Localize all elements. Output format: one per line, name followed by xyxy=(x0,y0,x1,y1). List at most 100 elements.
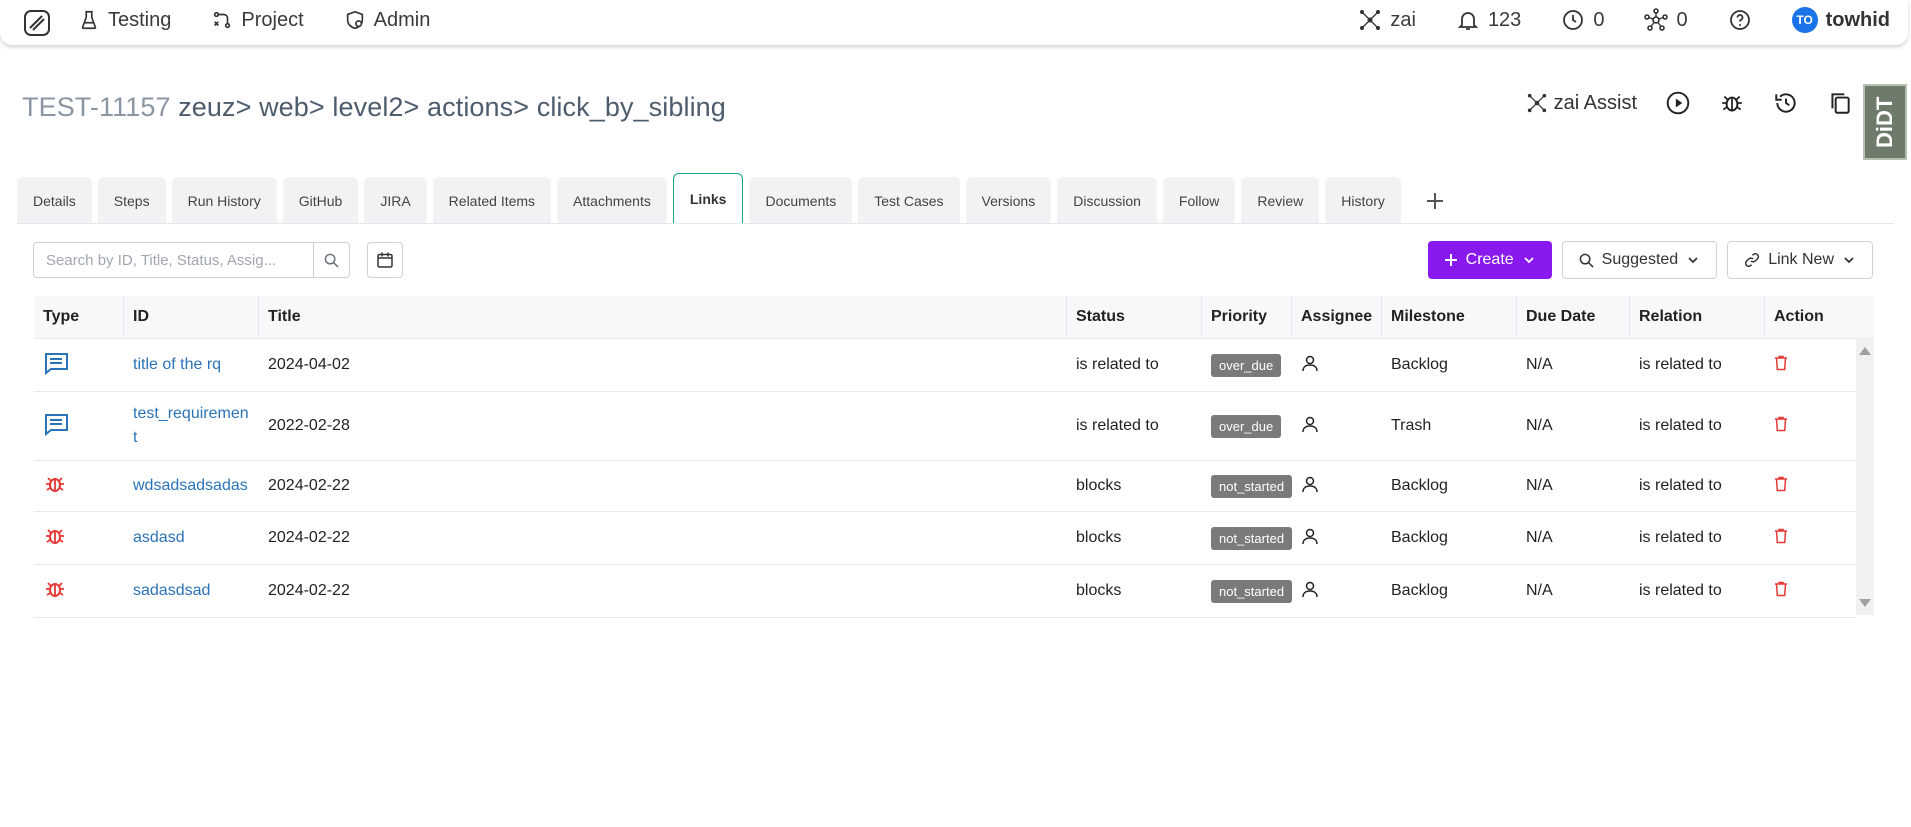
item-milestone: Backlog xyxy=(1391,529,1448,546)
tab-review[interactable]: Review xyxy=(1241,177,1320,224)
item-due-date: N/A xyxy=(1526,477,1553,494)
test-id: TEST-11157 xyxy=(22,92,171,122)
table-row[interactable]: title of the rq 2024-04-02 is related to… xyxy=(34,339,1856,392)
item-status: blocks xyxy=(1076,529,1122,546)
tab-github[interactable]: GitHub xyxy=(282,177,359,224)
item-milestone: Trash xyxy=(1391,417,1432,434)
tab-documents[interactable]: Documents xyxy=(749,177,853,224)
action-cell xyxy=(1765,581,1856,602)
user-icon[interactable] xyxy=(1301,580,1319,598)
table-row[interactable]: wdsadsadsadas 2024-02-22 blocks not_star… xyxy=(34,461,1856,512)
run-icon[interactable] xyxy=(1665,90,1691,116)
zai-button[interactable]: zai xyxy=(1358,8,1416,32)
project-icon xyxy=(214,11,231,29)
col-type[interactable]: Type xyxy=(34,295,124,339)
priority-cell: over_due xyxy=(1202,353,1292,377)
col-assignee[interactable]: Assignee xyxy=(1292,295,1382,339)
item-status: blocks xyxy=(1076,582,1122,599)
tab-details[interactable]: Details xyxy=(17,177,92,224)
table-scrollbar[interactable] xyxy=(1856,339,1874,615)
table-row[interactable]: test_requirement 2022-02-28 is related t… xyxy=(34,392,1856,461)
trash-icon[interactable] xyxy=(1774,581,1788,597)
links-table: Type ID Title Status Priority Assignee M… xyxy=(34,295,1874,618)
search-icon xyxy=(324,253,339,268)
suggested-button[interactable]: Suggested xyxy=(1561,241,1718,279)
item-relation: is related to xyxy=(1639,582,1722,599)
tab-run-history[interactable]: Run History xyxy=(171,177,277,224)
priority-badge: not_started xyxy=(1211,579,1293,603)
col-relation[interactable]: Relation xyxy=(1630,295,1765,339)
username: towhid xyxy=(1825,8,1890,31)
scroll-up-arrow[interactable] xyxy=(1859,347,1871,355)
table-row[interactable]: asdasd 2024-02-22 blocks not_started Bac… xyxy=(34,512,1856,565)
tab-test-cases[interactable]: Test Cases xyxy=(858,177,960,224)
item-id-link[interactable]: title of the rq xyxy=(124,353,259,377)
user-icon[interactable] xyxy=(1301,354,1319,372)
item-status: is related to xyxy=(1076,356,1159,373)
tab-links[interactable]: Links xyxy=(672,173,744,224)
flask-icon xyxy=(81,10,97,30)
notifications-button[interactable]: 123 xyxy=(1456,8,1521,32)
tab-related-items[interactable]: Related Items xyxy=(432,177,552,224)
chevron-down-icon xyxy=(1844,257,1854,264)
tab-attachments[interactable]: Attachments xyxy=(557,177,667,224)
date-filter-button[interactable] xyxy=(367,242,403,278)
item-id-link[interactable]: asdasd xyxy=(124,526,259,550)
trash-icon[interactable] xyxy=(1774,476,1788,492)
tab-versions[interactable]: Versions xyxy=(965,177,1052,224)
item-id-link[interactable]: wdsadsadsadas xyxy=(124,474,259,498)
table-row[interactable]: sadasdsad 2024-02-22 blocks not_started … xyxy=(34,565,1856,618)
chevron-down-icon xyxy=(1688,257,1698,264)
item-title: 2024-04-02 xyxy=(268,356,350,373)
network-count: 0 xyxy=(1676,8,1688,31)
col-title[interactable]: Title xyxy=(259,295,1067,339)
add-tab-button[interactable] xyxy=(1407,177,1463,224)
tab-steps[interactable]: Steps xyxy=(97,177,166,224)
col-status[interactable]: Status xyxy=(1067,295,1202,339)
zai-label: zai xyxy=(1390,8,1416,31)
item-title: 2024-02-22 xyxy=(268,477,350,494)
plus-icon xyxy=(1444,254,1457,266)
nav-testing[interactable]: Testing xyxy=(78,9,171,32)
debug-icon[interactable] xyxy=(1719,90,1745,116)
help-icon xyxy=(1729,10,1750,30)
item-status: is related to xyxy=(1076,417,1159,434)
logo-icon[interactable] xyxy=(22,8,52,38)
user-menu[interactable]: TO towhid xyxy=(1791,7,1890,33)
trash-icon[interactable] xyxy=(1774,528,1788,544)
help-button[interactable] xyxy=(1728,8,1752,32)
item-title: 2024-02-22 xyxy=(268,529,350,546)
nav-project[interactable]: Project xyxy=(211,9,304,32)
scroll-down-arrow[interactable] xyxy=(1859,599,1871,607)
action-cell xyxy=(1765,416,1856,437)
side-badge[interactable]: DiDT xyxy=(1863,84,1907,160)
copy-icon[interactable] xyxy=(1827,90,1853,116)
tab-discussion[interactable]: Discussion xyxy=(1057,177,1157,224)
search-input[interactable] xyxy=(34,243,313,277)
zai-assist-button[interactable]: zai Assist xyxy=(1526,92,1637,115)
trash-icon[interactable] xyxy=(1774,416,1788,432)
item-id-link[interactable]: test_requirement xyxy=(124,402,259,450)
clock-button[interactable]: 0 xyxy=(1561,8,1604,32)
user-icon[interactable] xyxy=(1301,475,1319,493)
item-id-link[interactable]: sadasdsad xyxy=(124,579,259,603)
network-button[interactable]: 0 xyxy=(1644,8,1688,32)
user-icon[interactable] xyxy=(1301,415,1319,433)
col-due-date[interactable]: Due Date xyxy=(1517,295,1630,339)
create-button[interactable]: Create xyxy=(1427,241,1552,279)
history-icon[interactable] xyxy=(1773,90,1799,116)
item-status: blocks xyxy=(1076,477,1122,494)
tab-follow[interactable]: Follow xyxy=(1162,177,1236,224)
nav-admin[interactable]: Admin xyxy=(344,9,430,32)
link-new-button[interactable]: Link New xyxy=(1727,241,1873,279)
tab-jira[interactable]: JIRA xyxy=(364,177,427,224)
assignee-cell xyxy=(1292,527,1382,550)
col-priority[interactable]: Priority xyxy=(1202,295,1292,339)
user-icon[interactable] xyxy=(1301,527,1319,545)
col-id[interactable]: ID xyxy=(124,295,259,339)
priority-badge: over_due xyxy=(1211,414,1282,438)
tab-history[interactable]: History xyxy=(1325,177,1401,224)
trash-icon[interactable] xyxy=(1774,355,1788,371)
search-button[interactable] xyxy=(313,243,349,277)
col-milestone[interactable]: Milestone xyxy=(1382,295,1517,339)
